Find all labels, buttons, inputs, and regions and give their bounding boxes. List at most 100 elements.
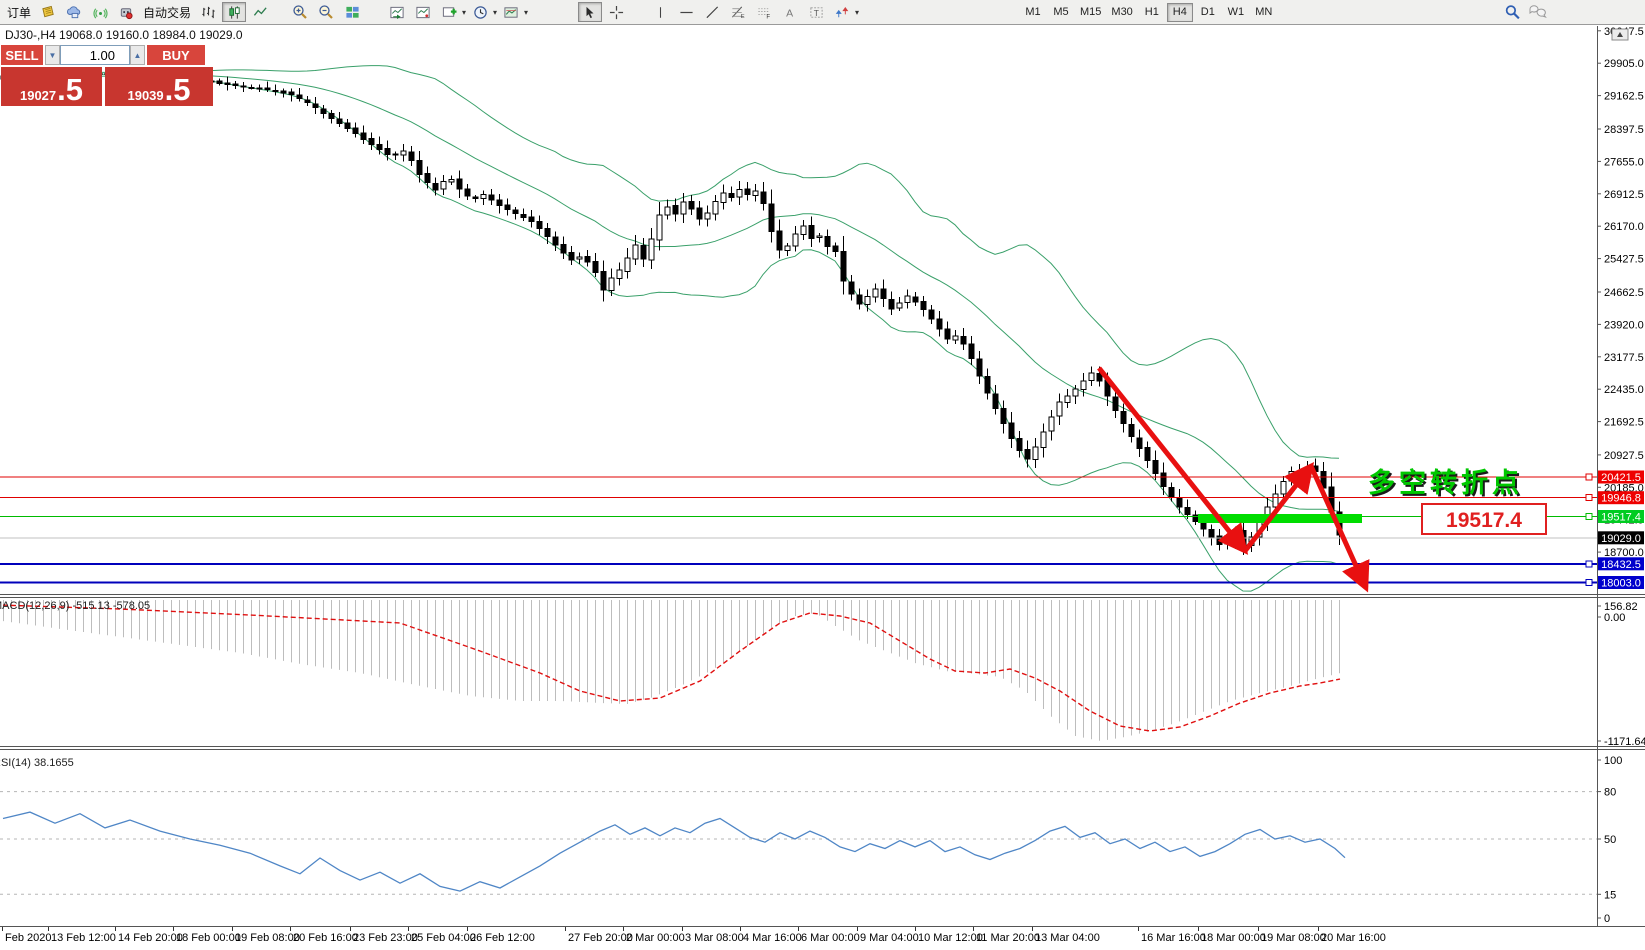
svg-text:19946.8: 19946.8 — [1601, 493, 1641, 505]
search-icon[interactable] — [1500, 2, 1524, 22]
timeframe-m15[interactable]: M15 — [1076, 3, 1105, 22]
svg-text:11 Mar 20:00: 11 Mar 20:00 — [976, 932, 1040, 944]
svg-text:0.00: 0.00 — [1604, 612, 1625, 624]
shapes-icon[interactable] — [830, 2, 854, 22]
svg-text:28397.5: 28397.5 — [1604, 124, 1644, 136]
svg-text:16 Mar 16:00: 16 Mar 16:00 — [1141, 932, 1206, 944]
volume-decrease-button[interactable]: ▼ — [45, 45, 60, 65]
svg-text:23177.5: 23177.5 — [1604, 352, 1644, 364]
timeframe-bar: M1M5M15M30H1H4D1W1MN — [1020, 0, 1277, 24]
svg-text:10 Mar 12:00: 10 Mar 12:00 — [918, 932, 983, 944]
price-callout-box[interactable]: 19517.4 — [1422, 504, 1546, 534]
svg-text:20421.5: 20421.5 — [1601, 472, 1641, 484]
svg-text:25427.5: 25427.5 — [1604, 254, 1644, 266]
main-toolbar: 订单 自动交易 ▾ ▾ ▾ — [0, 0, 1645, 25]
rsi-label: RSI(14) 38.1655 — [0, 757, 74, 769]
template-dropdown-icon[interactable]: ▾ — [524, 8, 528, 17]
crosshair-icon[interactable] — [604, 2, 628, 22]
timeframe-mn[interactable]: MN — [1251, 3, 1277, 22]
svg-text:23920.0: 23920.0 — [1604, 319, 1644, 331]
svg-text:19517.4: 19517.4 — [1601, 512, 1641, 524]
svg-text:26 Feb 12:00: 26 Feb 12:00 — [470, 932, 535, 944]
svg-text:20 Feb 16:00: 20 Feb 16:00 — [293, 932, 358, 944]
timeframe-m5[interactable]: M5 — [1048, 3, 1074, 22]
svg-text:21692.5: 21692.5 — [1604, 417, 1644, 429]
svg-text:24662.5: 24662.5 — [1604, 287, 1644, 299]
svg-text:6 Mar 00:00: 6 Mar 00:00 — [801, 932, 860, 944]
add-indicator-dropdown-icon[interactable]: ▾ — [462, 8, 466, 17]
svg-text:25 Feb 04:00: 25 Feb 04:00 — [411, 932, 476, 944]
svg-text:27655.0: 27655.0 — [1604, 156, 1644, 168]
sell-button[interactable]: SELL — [1, 45, 43, 65]
svg-text:A: A — [786, 7, 793, 19]
timeframe-m30[interactable]: M30 — [1107, 3, 1136, 22]
period-dropdown-icon[interactable]: ▾ — [493, 8, 497, 17]
svg-text:9 Mar 04:00: 9 Mar 04:00 — [860, 932, 919, 944]
volume-increase-button[interactable]: ▲ — [130, 45, 145, 65]
add-indicator-icon[interactable] — [437, 2, 461, 22]
timeframe-h1[interactable]: H1 — [1139, 3, 1165, 22]
mt4-window: 订单 自动交易 ▾ ▾ ▾ — [0, 0, 1645, 950]
svg-text:F: F — [766, 13, 770, 19]
shapes-dropdown-icon[interactable]: ▾ — [855, 8, 859, 17]
svg-text:2 Mar 00:00: 2 Mar 00:00 — [626, 932, 685, 944]
cloud-icon[interactable] — [62, 2, 86, 22]
chart-scroll-up-button[interactable] — [1612, 29, 1628, 40]
candle-chart-icon[interactable] — [222, 2, 246, 22]
text-icon[interactable]: A — [778, 2, 802, 22]
grid-icon[interactable]: F — [752, 2, 776, 22]
timeframe-d1[interactable]: D1 — [1195, 3, 1221, 22]
chart-canvas[interactable]: 30647.529905.029162.528397.527655.026912… — [0, 0, 1645, 950]
chat-icon[interactable] — [1526, 2, 1550, 22]
period-clock-icon[interactable] — [468, 2, 492, 22]
buy-price-main: 19039 — [127, 88, 163, 103]
fibonacci-icon[interactable]: E — [726, 2, 750, 22]
svg-text:100: 100 — [1604, 755, 1622, 767]
svg-text:80: 80 — [1604, 787, 1616, 799]
autotrade-button[interactable]: 自动交易 — [140, 4, 194, 21]
timeframe-h4[interactable]: H4 — [1167, 3, 1193, 22]
sell-price-pips: .5 — [57, 77, 83, 103]
trendline-icon[interactable] — [700, 2, 724, 22]
zoom-out-icon[interactable] — [314, 2, 338, 22]
svg-text:E: E — [741, 14, 745, 20]
volume-input[interactable]: 1.00 — [60, 45, 130, 65]
indicator-window-icon[interactable] — [385, 2, 409, 22]
buy-button[interactable]: BUY — [147, 45, 205, 65]
orders-button[interactable]: 订单 — [4, 4, 34, 21]
chart-title: DJ30-,H4 19068.0 19160.0 18984.0 19029.0 — [5, 28, 243, 42]
svg-text:18 Feb 00:00: 18 Feb 00:00 — [176, 932, 241, 944]
zoom-in-icon[interactable] — [288, 2, 312, 22]
svg-text:3 Mar 08:00: 3 Mar 08:00 — [685, 932, 744, 944]
svg-text:29162.5: 29162.5 — [1604, 91, 1644, 103]
buy-price-pips: .5 — [165, 77, 191, 103]
svg-text:19029.0: 19029.0 — [1601, 533, 1641, 545]
svg-text:22435.0: 22435.0 — [1604, 384, 1644, 396]
chart-template-icon[interactable] — [499, 2, 523, 22]
sell-price-display[interactable]: 19027 .5 — [1, 67, 102, 106]
line-chart-icon[interactable] — [248, 2, 272, 22]
label-icon[interactable]: T — [804, 2, 828, 22]
svg-text:27 Feb 20:00: 27 Feb 20:00 — [568, 932, 633, 944]
tile-windows-icon[interactable] — [340, 2, 364, 22]
buy-price-display[interactable]: 19039 .5 — [105, 67, 213, 106]
horizontal-line-icon[interactable] — [674, 2, 698, 22]
svg-text:18003.0: 18003.0 — [1601, 578, 1641, 590]
price-callout-value: 19517.4 — [1446, 509, 1522, 532]
svg-text:18432.5: 18432.5 — [1601, 559, 1641, 571]
macd-label: MACD(12,26,9) -515.13 -578.05 — [0, 600, 150, 612]
svg-text:19 Feb 08:00: 19 Feb 08:00 — [235, 932, 300, 944]
svg-text:Feb 2020: Feb 2020 — [5, 932, 51, 944]
timeframe-w1[interactable]: W1 — [1223, 3, 1249, 22]
autotrade-robot-icon[interactable] — [114, 2, 138, 22]
notepad-icon[interactable] — [36, 2, 60, 22]
vertical-line-icon[interactable] — [648, 2, 672, 22]
cursor-icon[interactable] — [578, 2, 602, 22]
bar-chart-icon[interactable] — [196, 2, 220, 22]
timeframe-m1[interactable]: M1 — [1020, 3, 1046, 22]
indicator-window2-icon[interactable] — [411, 2, 435, 22]
svg-text:26170.0: 26170.0 — [1604, 221, 1644, 233]
svg-text:T: T — [813, 7, 818, 17]
svg-text:20927.5: 20927.5 — [1604, 450, 1644, 462]
signal-icon[interactable] — [88, 2, 112, 22]
